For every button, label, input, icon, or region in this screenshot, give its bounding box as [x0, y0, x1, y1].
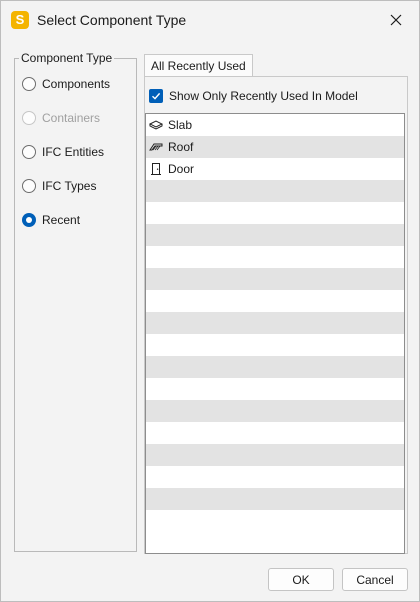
- app-logo-icon: S: [11, 11, 29, 29]
- close-icon: [390, 14, 402, 26]
- empty-row: [146, 224, 404, 246]
- empty-row: [146, 312, 404, 334]
- checkmark-icon: [152, 92, 161, 100]
- empty-row: [146, 378, 404, 400]
- empty-row: [146, 488, 404, 510]
- empty-row: [146, 466, 404, 488]
- empty-row: [146, 202, 404, 224]
- empty-row: [146, 400, 404, 422]
- empty-row: [146, 334, 404, 356]
- radio-ifc-types[interactable]: IFC Types: [22, 177, 96, 195]
- empty-row: [146, 356, 404, 378]
- checkbox-label: Show Only Recently Used In Model: [169, 89, 358, 103]
- list-item-label: Slab: [168, 118, 193, 132]
- component-type-legend: Component Type: [19, 51, 115, 65]
- radio-label: IFC Entities: [42, 145, 105, 159]
- radio-label: Components: [42, 77, 111, 91]
- radio-button-selected[interactable]: [22, 213, 36, 227]
- empty-row: [146, 510, 404, 532]
- radio-components[interactable]: Components: [22, 75, 110, 93]
- list-item-label: Roof: [168, 140, 194, 154]
- radio-button[interactable]: [22, 179, 36, 193]
- radio-label: Recent: [42, 213, 81, 227]
- radio-containers: Containers: [22, 109, 100, 127]
- cancel-button[interactable]: Cancel: [342, 568, 408, 591]
- component-type-group: [14, 58, 137, 552]
- list-item-roof[interactable]: Roof: [146, 136, 404, 158]
- slab-icon: [148, 117, 164, 133]
- roof-icon: [148, 139, 164, 155]
- empty-row: [146, 246, 404, 268]
- radio-button[interactable]: [22, 145, 36, 159]
- select-component-type-dialog: S Select Component Type Component Type C…: [0, 0, 420, 602]
- empty-row: [146, 268, 404, 290]
- tab-all-recently-used[interactable]: All Recently Used: [144, 54, 253, 77]
- ok-button[interactable]: OK: [268, 568, 334, 591]
- show-only-recently-used-checkbox[interactable]: Show Only Recently Used In Model: [149, 87, 358, 105]
- checkbox-checked[interactable]: [149, 89, 163, 103]
- close-button[interactable]: [381, 6, 411, 34]
- radio-label: Containers: [42, 111, 101, 125]
- empty-row: [146, 444, 404, 466]
- list-item-label: Door: [168, 162, 195, 176]
- empty-row: [146, 422, 404, 444]
- empty-row: [146, 290, 404, 312]
- empty-row: [146, 180, 404, 202]
- list-item-door[interactable]: Door: [146, 158, 404, 180]
- radio-ifc-entities[interactable]: IFC Entities: [22, 143, 104, 161]
- dialog-title: Select Component Type: [37, 12, 187, 28]
- list-item-slab[interactable]: Slab: [146, 114, 404, 136]
- door-icon: [148, 161, 164, 177]
- radio-label: IFC Types: [42, 179, 97, 193]
- recent-components-list[interactable]: Slab Roof Door: [145, 113, 405, 554]
- title-bar: S Select Component Type: [1, 1, 419, 39]
- radio-recent[interactable]: Recent: [22, 211, 80, 229]
- radio-button: [22, 111, 36, 125]
- radio-button[interactable]: [22, 77, 36, 91]
